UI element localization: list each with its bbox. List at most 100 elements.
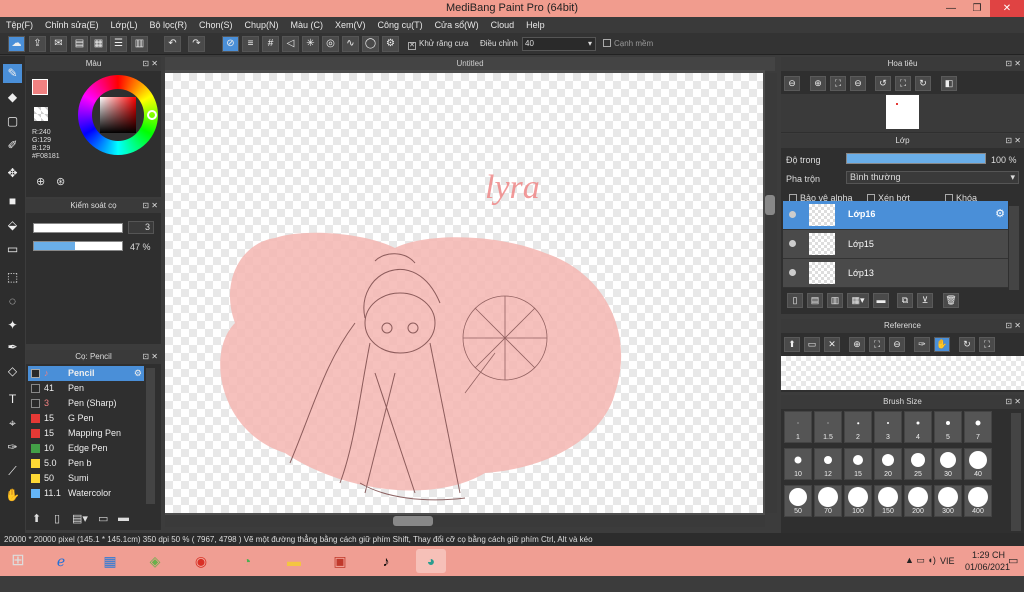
layer-folder-icon[interactable]: ▬ [873, 293, 889, 308]
brush-size-cell[interactable]: 400 [964, 485, 992, 517]
brush-item[interactable]: 50 Sumi [28, 471, 144, 486]
brush-list-scrollbar[interactable] [146, 368, 155, 504]
canvas-document[interactable]: lyra [165, 73, 763, 513]
menu-filter[interactable]: Bộ lọc(R) [143, 17, 193, 33]
panel-close-icon[interactable]: ⊡ ✕ [142, 350, 158, 364]
brush-item[interactable]: 15 G Pen [28, 411, 144, 426]
gear-icon[interactable]: ⚙ [134, 366, 142, 381]
brush-size-cell[interactable]: 5 [934, 411, 962, 443]
gear-icon[interactable]: ⚙ [995, 207, 1005, 220]
panel-close-icon[interactable]: ⊡ ✕ [1005, 319, 1021, 333]
cloud-icon[interactable]: ☁ [8, 36, 25, 52]
panel-close-icon[interactable]: ⊡ ✕ [142, 57, 158, 71]
curve-snap-icon[interactable]: ∿ [342, 36, 359, 52]
brush-size-cell[interactable]: 70 [814, 485, 842, 517]
flip-icon[interactable]: ◧ [941, 76, 957, 91]
hand-tool-icon[interactable]: ✋ [3, 486, 22, 505]
select-eraser-icon[interactable]: ◇ [3, 362, 22, 381]
navigator-preview[interactable] [886, 95, 919, 129]
layer-row[interactable]: Lớp13 [783, 259, 1008, 288]
palette-add-icon[interactable]: ⊕ [36, 175, 45, 188]
brush-size-field[interactable]: 3 [128, 221, 154, 234]
layer-menu-icon[interactable]: ▦▾ [847, 293, 869, 308]
brush-item[interactable]: 10 Edge Pen [28, 441, 144, 456]
clock-date[interactable]: 01/06/2021 [965, 562, 1010, 592]
brush-properties-icon[interactable]: ▭ [98, 512, 108, 525]
brush-size-cell[interactable]: 20 [874, 448, 902, 480]
brush-item[interactable]: 15 Mapping Pen [28, 426, 144, 441]
layer-row[interactable]: Lớp16 ⚙ [783, 201, 1008, 230]
new-1bit-layer-icon[interactable]: ▥ [827, 293, 843, 308]
new-halftone-layer-icon[interactable]: ▤ [807, 293, 823, 308]
menu-view[interactable]: Xem(V) [329, 17, 372, 33]
brush-size-cell[interactable]: 10 [784, 448, 812, 480]
magic-wand-icon[interactable]: ✦ [3, 316, 22, 335]
brush-size-cell[interactable]: 30 [934, 448, 962, 480]
select-tool-icon[interactable]: ⬚ [3, 268, 22, 287]
brush-size-cell[interactable]: 1 [784, 411, 812, 443]
notification-icon[interactable]: ▭ [1008, 554, 1018, 584]
dropper-icon[interactable]: ⟋ [3, 462, 22, 481]
new-brush-icon[interactable]: ▯ [54, 512, 60, 525]
menu-cloud[interactable]: Cloud [485, 17, 521, 33]
brush-size-cell[interactable]: 2 [844, 411, 872, 443]
ellipse-snap-icon[interactable]: ◯ [362, 36, 379, 52]
fit-icon[interactable]: ⛶ [830, 76, 846, 91]
brush-size-cell[interactable]: 12 [814, 448, 842, 480]
duplicate-layer-icon[interactable]: ⧉ [897, 293, 913, 308]
pen-tool-icon[interactable]: ✐ [3, 136, 22, 155]
open-folder-icon[interactable]: ▭ [804, 337, 820, 352]
brush-size-cell[interactable]: 3 [874, 411, 902, 443]
page-icon[interactable]: ▦ [90, 36, 107, 52]
snap-off-icon[interactable]: ⊘ [222, 36, 239, 52]
foreground-color-swatch[interactable] [32, 79, 48, 95]
brush-size-scrollbar[interactable] [1011, 413, 1021, 531]
blend-mode-select[interactable]: Bình thường ▾ [846, 171, 1019, 184]
folder-icon[interactable]: ▬ [279, 549, 309, 573]
cloud-upload-icon[interactable]: ⬆ [784, 337, 800, 352]
fit-icon[interactable]: ⛶ [869, 337, 885, 352]
zoom-out-icon[interactable]: ⊖ [784, 76, 800, 91]
brush-size-cell[interactable]: 4 [904, 411, 932, 443]
brush-size-cell[interactable]: 40 [964, 448, 992, 480]
menu-snap[interactable]: Chụp(N) [239, 17, 285, 33]
brush-item[interactable]: 3 Pen (Sharp) [28, 396, 144, 411]
document-icon[interactable]: ▤ [71, 36, 88, 52]
divide-tool-icon[interactable]: ⌖ [3, 414, 22, 433]
document-tab[interactable]: Untitled [165, 57, 775, 71]
antialias-checkbox[interactable]: ✕ Khử răng cưa [408, 39, 468, 50]
menu-layer[interactable]: Lớp(L) [105, 17, 144, 33]
brush-size-slider[interactable] [33, 223, 123, 233]
file-manager-icon[interactable]: ▦ [95, 549, 125, 573]
brush-item[interactable]: 41 Pen [28, 381, 144, 396]
layer-opacity-slider[interactable] [846, 153, 986, 164]
brush-size-cell[interactable]: 300 [934, 485, 962, 517]
bucket-tool-icon[interactable]: ⬙ [3, 216, 22, 235]
brush-size-cell[interactable]: 150 [874, 485, 902, 517]
maximize-button[interactable]: ❐ [964, 0, 990, 17]
zoom-out-icon[interactable]: ⊖ [889, 337, 905, 352]
rotate-right-icon[interactable]: ↻ [915, 76, 931, 91]
parallel-snap-icon[interactable]: ≡ [242, 36, 259, 52]
color-square[interactable] [100, 97, 136, 133]
soft-edge-checkbox[interactable]: Cạnh mềm [603, 39, 653, 48]
internet-explorer-icon[interactable]: ℯ [46, 549, 76, 573]
eyedropper-icon[interactable]: ✑ [914, 337, 930, 352]
green-app-icon[interactable]: ◔ [232, 549, 262, 573]
medibang-taskbar-icon[interactable]: ◕ [416, 549, 446, 573]
palette-icon[interactable]: ⊛ [56, 175, 65, 188]
layer-row[interactable]: Lớp15 [783, 230, 1008, 259]
zoom-in-icon[interactable]: ⊕ [810, 76, 826, 91]
brush-size-cell[interactable]: 1.5 [814, 411, 842, 443]
menu-window[interactable]: Cửa sổ(W) [429, 17, 485, 33]
transparent-swatch[interactable] [34, 107, 48, 121]
new-layer-icon[interactable]: ▯ [787, 293, 803, 308]
zoom-in-icon[interactable]: ⊕ [849, 337, 865, 352]
brush-size-cell[interactable]: 25 [904, 448, 932, 480]
redo-icon[interactable]: ↷ [188, 36, 205, 52]
panel-close-icon[interactable]: ⊡ ✕ [142, 199, 158, 213]
canvas-horizontal-scrollbar[interactable] [165, 515, 765, 527]
windows-start-icon[interactable]: ⊞ [3, 549, 33, 573]
chrome-icon[interactable]: ◉ [186, 549, 216, 573]
bluestacks-icon[interactable]: ◈ [140, 549, 170, 573]
